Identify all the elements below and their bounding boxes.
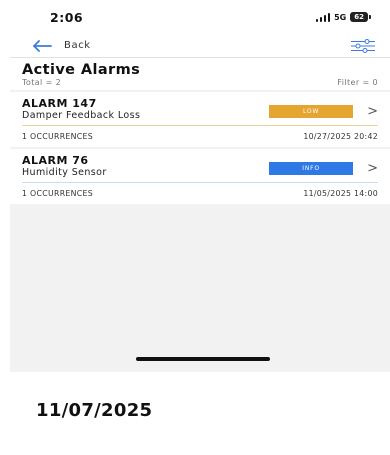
alarm-description: Damper Feedback Loss	[22, 110, 141, 121]
severity-badge: INFO	[269, 162, 354, 175]
alarm-description: Humidity Sensor	[22, 167, 107, 178]
date-caption: 11/07/2025	[36, 400, 153, 421]
battery-icon: 62	[350, 12, 371, 22]
status-bar: 2:06 5G 62	[10, 0, 390, 34]
alarm-timestamp: 10/27/2025 20:42	[303, 132, 378, 141]
network-label: 5G	[334, 12, 347, 22]
alarm-row[interactable]: ALARM 76 Humidity Sensor INFO > 1 OCCURR…	[10, 149, 390, 204]
total-count: Total = 2	[22, 78, 62, 87]
severity-badge: LOW	[269, 105, 354, 118]
alarm-name: ALARM 76	[22, 154, 89, 167]
status-time: 2:06	[50, 9, 84, 25]
alarms-header: Active Alarms Total = 2 Filter = 0	[10, 58, 390, 90]
alarm-timestamp: 11/05/2025 14:00	[303, 189, 378, 198]
occurrences-count: 1 OCCURRENCES	[22, 189, 93, 198]
status-indicators: 5G 62	[315, 12, 371, 22]
page-title: Active Alarms	[22, 62, 141, 78]
chevron-right-icon: >	[367, 103, 378, 119]
arrow-left-icon	[33, 39, 52, 52]
back-label: Back	[64, 40, 91, 51]
chevron-right-icon: >	[367, 160, 378, 176]
alarm-row[interactable]: ALARM 147 Damper Feedback Loss LOW > 1 O…	[10, 92, 390, 147]
occurrences-count: 1 OCCURRENCES	[22, 132, 93, 141]
alarm-name: ALARM 147	[22, 97, 97, 110]
phone-screen: 2:06 5G 62 Back Active Alarms Total = 2 …	[10, 0, 390, 372]
filter-count: Filter = 0	[337, 78, 378, 87]
home-indicator	[136, 357, 270, 361]
filter-sliders-icon[interactable]	[350, 38, 376, 53]
signal-icon	[315, 12, 331, 22]
nav-bar: Back	[10, 34, 390, 58]
back-button[interactable]: Back	[32, 39, 91, 52]
